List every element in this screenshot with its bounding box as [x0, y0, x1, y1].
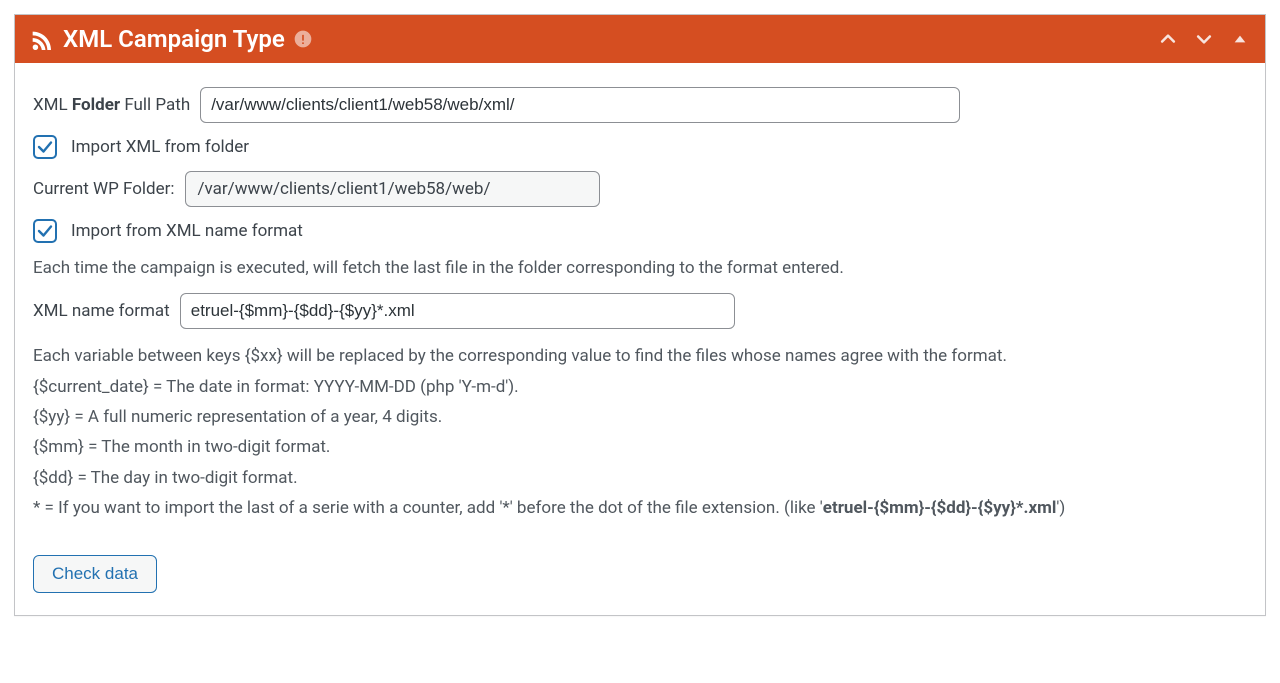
help-dd: {$dd} = The day in two-digit format.: [33, 465, 1247, 491]
help-variable-block: Each variable between keys {$xx} will be…: [33, 343, 1247, 521]
import-xml-from-folder-checkbox[interactable]: [33, 135, 57, 159]
import-from-xml-name-format-checkbox[interactable]: [33, 219, 57, 243]
help-mm: {$mm} = The month in two-digit format.: [33, 434, 1247, 460]
xml-name-format-input[interactable]: [180, 293, 735, 329]
current-wp-folder-label: Current WP Folder:: [33, 179, 175, 199]
help-each-time-text: Each time the campaign is executed, will…: [33, 255, 1247, 281]
chevron-up-icon[interactable]: [1157, 28, 1179, 50]
panel-title: XML Campaign Type: [63, 25, 285, 53]
panel-tools: [1157, 28, 1251, 50]
import-from-xml-name-format-label: Import from XML name format: [71, 221, 303, 241]
panel-body: XML Folder Full Path Import XML from fol…: [15, 63, 1265, 615]
collapse-triangle-icon[interactable]: [1229, 28, 1251, 50]
panel-header[interactable]: XML Campaign Type: [15, 15, 1265, 63]
xml-folder-label: XML Folder Full Path: [33, 95, 190, 115]
alert-circle-icon: [293, 29, 313, 49]
help-vars-intro: Each variable between keys {$xx} will be…: [33, 343, 1247, 369]
xml-campaign-type-panel: XML Campaign Type XML Folder Full Path: [14, 14, 1266, 616]
import-xml-from-folder-label: Import XML from folder: [71, 137, 249, 157]
chevron-down-icon[interactable]: [1193, 28, 1215, 50]
xml-folder-path-input[interactable]: [200, 87, 960, 123]
rss-icon: [29, 28, 51, 50]
check-data-button[interactable]: Check data: [33, 555, 157, 593]
current-wp-folder-value: /var/www/clients/client1/web58/web/: [185, 171, 600, 207]
help-star: * = If you want to import the last of a …: [33, 495, 1247, 521]
help-current-date: {$current_date} = The date in format: YY…: [33, 374, 1247, 400]
xml-name-format-label: XML name format: [33, 301, 170, 321]
help-yy: {$yy} = A full numeric representation of…: [33, 404, 1247, 430]
